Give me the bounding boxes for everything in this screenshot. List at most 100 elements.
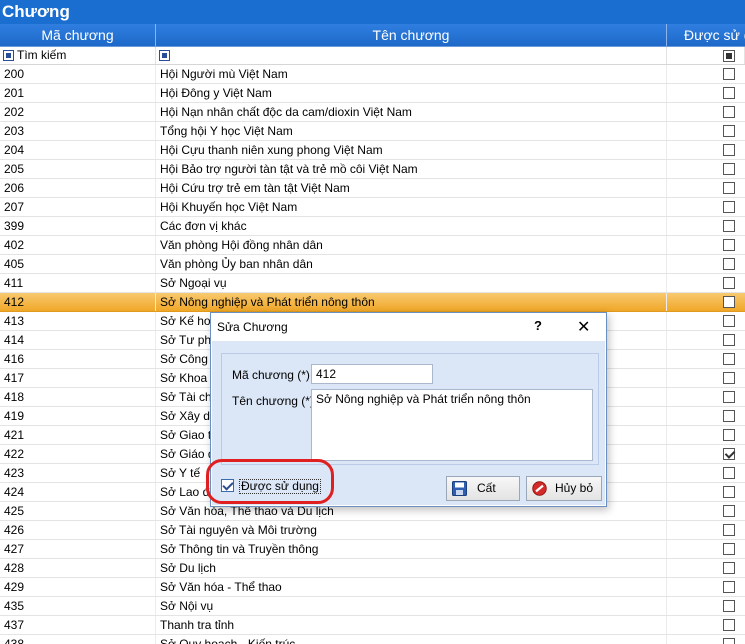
used-row-checkbox[interactable] <box>723 353 735 365</box>
cell-code: 207 <box>0 198 156 216</box>
table-row[interactable]: 426 Sở Tài nguyên và Môi trường <box>0 521 745 540</box>
used-row-checkbox[interactable] <box>723 486 735 498</box>
used-row-checkbox[interactable] <box>723 410 735 422</box>
save-button[interactable]: Cất <box>446 476 520 501</box>
table-row[interactable]: 412 Sở Nông nghiệp và Phát triển nông thô… <box>0 293 745 312</box>
cancel-icon <box>532 481 547 496</box>
used-row-checkbox[interactable] <box>723 543 735 555</box>
filter-used-checkbox[interactable] <box>723 50 735 62</box>
table-row[interactable]: 207 Hội Khuyến học Việt Nam <box>0 198 745 217</box>
table-row[interactable]: 206 Hội Cứu trợ trẻ em tàn tật Việt Nam <box>0 179 745 198</box>
used-row-checkbox[interactable] <box>723 220 735 232</box>
used-row-checkbox[interactable] <box>723 448 735 460</box>
dialog-body: Mã chương (*) 412 Tên chương (*) Sở Nông… <box>212 341 605 505</box>
used-row-checkbox[interactable] <box>723 182 735 194</box>
column-header-used[interactable]: Được sử dụng <box>667 24 745 46</box>
cell-code: 418 <box>0 388 156 406</box>
cell-name: Sở Quy hoạch - Kiến trúc <box>156 635 667 644</box>
filter-search-label: Tìm kiếm <box>17 48 67 62</box>
cell-code: 200 <box>0 65 156 83</box>
used-row-checkbox[interactable] <box>723 87 735 99</box>
filter-operator-icon[interactable] <box>3 50 14 61</box>
cell-used <box>667 369 745 387</box>
filter-operator-icon[interactable] <box>159 50 170 61</box>
table-row[interactable]: 204 Hội Cựu thanh niên xung phong Việt Na… <box>0 141 745 160</box>
cell-code: 417 <box>0 369 156 387</box>
cancel-button[interactable]: Hủy bỏ <box>526 476 602 501</box>
cell-used <box>667 483 745 501</box>
used-row-checkbox[interactable] <box>723 581 735 593</box>
table-row[interactable]: 438 Sở Quy hoạch - Kiến trúc <box>0 635 745 644</box>
used-row-checkbox[interactable] <box>723 467 735 479</box>
table-row[interactable]: 428 Sở Du lịch <box>0 559 745 578</box>
table-row[interactable]: 437 Thanh tra tỉnh <box>0 616 745 635</box>
used-row-checkbox[interactable] <box>723 600 735 612</box>
used-row-checkbox[interactable] <box>723 429 735 441</box>
used-row-checkbox[interactable] <box>723 106 735 118</box>
table-row[interactable]: 427 Sở Thông tin và Truyền thông <box>0 540 745 559</box>
cell-used <box>667 217 745 235</box>
name-textarea[interactable]: Sở Nông nghiệp và Phát triển nông thôn <box>311 389 593 461</box>
table-row[interactable]: 202 Hội Nạn nhân chất độc da cam/dioxin V… <box>0 103 745 122</box>
used-checkbox-label[interactable]: Được sử dụng <box>239 479 321 494</box>
used-row-checkbox[interactable] <box>723 562 735 574</box>
cell-name: Hội Nạn nhân chất độc da cam/dioxin Việt… <box>156 103 667 121</box>
used-row-checkbox[interactable] <box>723 201 735 213</box>
filter-used[interactable] <box>667 47 745 64</box>
cell-used <box>667 236 745 254</box>
cell-used <box>667 160 745 178</box>
used-row-checkbox[interactable] <box>723 144 735 156</box>
filter-code[interactable]: Tìm kiếm <box>0 47 156 64</box>
used-checkbox[interactable] <box>221 479 234 492</box>
column-header-name[interactable]: Tên chương <box>156 24 667 46</box>
used-row-checkbox[interactable] <box>723 391 735 403</box>
cell-code: 205 <box>0 160 156 178</box>
table-row[interactable]: 435 Sở Nội vụ <box>0 597 745 616</box>
used-row-checkbox[interactable] <box>723 638 735 644</box>
cell-code: 429 <box>0 578 156 596</box>
used-row-checkbox[interactable] <box>723 619 735 631</box>
table-row[interactable]: 429 Sở Văn hóa - Thể thao <box>0 578 745 597</box>
table-row[interactable]: 405 Văn phòng Ủy ban nhân dân <box>0 255 745 274</box>
name-label: Tên chương (*) <box>232 394 314 408</box>
cell-name: Hội Đông y Việt Nam <box>156 84 667 102</box>
used-row-checkbox[interactable] <box>723 524 735 536</box>
used-row-checkbox[interactable] <box>723 505 735 517</box>
used-row-checkbox[interactable] <box>723 277 735 289</box>
used-row-checkbox[interactable] <box>723 258 735 270</box>
used-row-checkbox[interactable] <box>723 334 735 346</box>
used-row-checkbox[interactable] <box>723 372 735 384</box>
table-row[interactable]: 402 Văn phòng Hội đồng nhân dân <box>0 236 745 255</box>
cell-code: 421 <box>0 426 156 444</box>
filter-name[interactable] <box>156 47 667 64</box>
filter-row: Tìm kiếm <box>0 47 745 65</box>
table-row[interactable]: 399 Các đơn vị khác <box>0 217 745 236</box>
used-row-checkbox[interactable] <box>723 68 735 80</box>
cell-code: 428 <box>0 559 156 577</box>
cell-used <box>667 141 745 159</box>
table-row[interactable]: 203 Tổng hội Y học Việt Nam <box>0 122 745 141</box>
cell-code: 412 <box>0 293 156 311</box>
code-input[interactable]: 412 <box>311 364 433 384</box>
edit-dialog: Sửa Chương ? ✕ Mã chương (*) 412 Tên chư… <box>210 312 607 507</box>
column-header-code[interactable]: Mã chương <box>0 24 156 46</box>
close-icon[interactable]: ✕ <box>577 317 590 337</box>
help-icon[interactable]: ? <box>534 318 542 333</box>
used-row-checkbox[interactable] <box>723 239 735 251</box>
table-row[interactable]: 200 Hội Người mù Việt Nam <box>0 65 745 84</box>
used-row-checkbox[interactable] <box>723 125 735 137</box>
window-title: Chương <box>0 0 745 24</box>
cell-used <box>667 350 745 368</box>
cell-used <box>667 445 745 463</box>
table-row[interactable]: 205 Hội Bảo trợ người tàn tật và trẻ mồ c… <box>0 160 745 179</box>
cell-code: 438 <box>0 635 156 644</box>
used-row-checkbox[interactable] <box>723 163 735 175</box>
cell-used <box>667 198 745 216</box>
used-row-checkbox[interactable] <box>723 296 735 308</box>
save-icon <box>452 481 467 496</box>
cell-used <box>667 274 745 292</box>
cell-name: Thanh tra tỉnh <box>156 616 667 634</box>
used-row-checkbox[interactable] <box>723 315 735 327</box>
table-row[interactable]: 201 Hội Đông y Việt Nam <box>0 84 745 103</box>
table-row[interactable]: 411 Sở Ngoại vụ <box>0 274 745 293</box>
